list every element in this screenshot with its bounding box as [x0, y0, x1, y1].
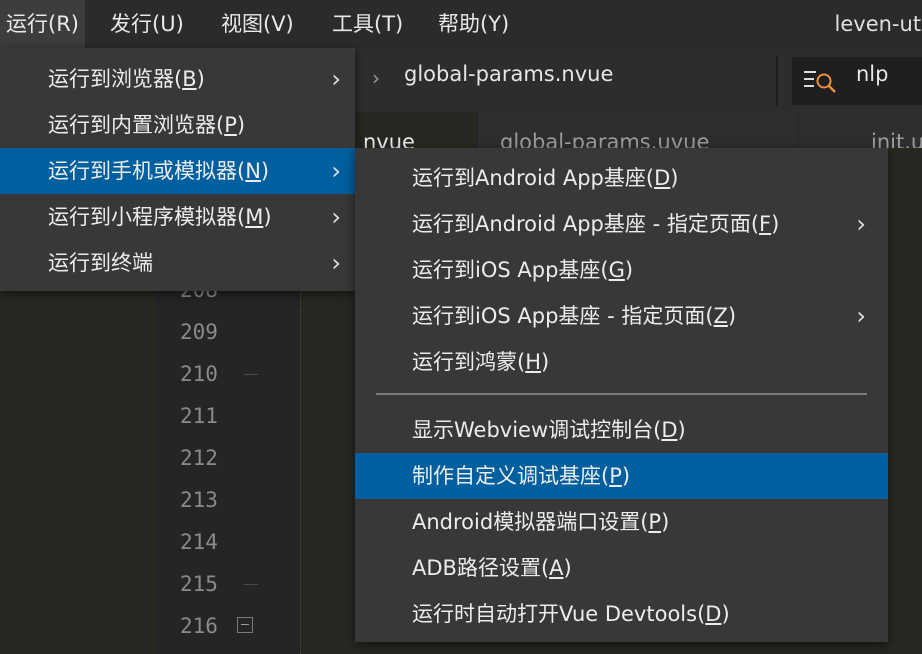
fold-collapse-icon[interactable] [237, 617, 253, 633]
fold-guide-tick [244, 584, 258, 585]
line-number: 210 [180, 362, 218, 386]
line-number: 213 [180, 488, 218, 512]
menu-item-run-ios[interactable]: 运行到iOS App基座(G) [355, 247, 888, 293]
chevron-right-icon: › [856, 302, 866, 330]
menubar: 运行(R) 发行(U) 视图(V) 工具(T) 帮助(Y) leven-uts [0, 0, 922, 48]
chevron-right-icon: › [331, 65, 341, 93]
window-title: leven-uts [834, 12, 922, 36]
line-number: 212 [180, 446, 218, 470]
chevron-right-icon: › [331, 157, 341, 185]
menu-item-vue-devtools[interactable]: 运行时自动打开Vue Devtools(D) [355, 591, 888, 637]
menu-item-run-browser[interactable]: 运行到浏览器(B) › [0, 56, 355, 102]
menu-view[interactable]: 视图(V) [215, 0, 300, 48]
menu-item-custom-debug-base[interactable]: 制作自定义调试基座(P) [355, 453, 888, 499]
tab-label: nvue [363, 130, 415, 148]
menu-item-webview-console[interactable]: 显示Webview调试控制台(D) [355, 407, 888, 453]
breadcrumb-file[interactable]: global-params.nvue [404, 62, 613, 86]
menu-item-run-android-page[interactable]: 运行到Android App基座 - 指定页面(F) › [355, 201, 888, 247]
menu-item-run-builtin-browser[interactable]: 运行到内置浏览器(P) [0, 102, 355, 148]
menu-publish[interactable]: 发行(U) [104, 0, 190, 48]
menu-item-run-harmony[interactable]: 运行到鸿蒙(H) [355, 339, 888, 385]
line-number: 211 [180, 404, 218, 428]
breadcrumb-separator [776, 56, 778, 106]
menu-divider [376, 393, 867, 395]
chevron-right-icon: › [331, 249, 341, 277]
menu-item-run-android[interactable]: 运行到Android App基座(D) [355, 155, 888, 201]
menu-item-run-device[interactable]: 运行到手机或模拟器(N) › [0, 148, 355, 194]
search-input[interactable]: nlp [856, 62, 888, 86]
line-number: 216 [180, 614, 218, 638]
menu-item-android-emulator-port[interactable]: Android模拟器端口设置(P) [355, 499, 888, 545]
menu-item-run-ios-page[interactable]: 运行到iOS App基座 - 指定页面(Z) › [355, 293, 888, 339]
line-number: 215 [180, 572, 218, 596]
menu-help[interactable]: 帮助(Y) [432, 0, 515, 48]
run-device-submenu: 运行到Android App基座(D) 运行到Android App基座 - 指… [355, 148, 888, 642]
chevron-right-icon: › [856, 210, 866, 238]
tab-label: global-params.uvue [500, 130, 710, 148]
menu-item-adb-path[interactable]: ADB路径设置(A) [355, 545, 888, 591]
menu-item-run-miniprogram[interactable]: 运行到小程序模拟器(M) › [0, 194, 355, 240]
menu-tools[interactable]: 工具(T) [326, 0, 409, 48]
menu-run[interactable]: 运行(R) [0, 0, 85, 48]
indent-guide [300, 290, 301, 654]
tab-init[interactable]: init.u [799, 112, 922, 148]
chevron-right-icon: › [331, 203, 341, 231]
run-menu: 运行到浏览器(B) › 运行到内置浏览器(P) 运行到手机或模拟器(N) › 运… [0, 48, 355, 291]
tab-label: init.u [871, 130, 922, 148]
fold-guide-tick [244, 374, 258, 375]
search-icon[interactable] [802, 66, 838, 94]
menu-item-run-terminal[interactable]: 运行到终端 › [0, 240, 355, 286]
tab-global-params[interactable]: global-params.uvue [478, 112, 798, 148]
tab-nvue[interactable]: nvue [355, 112, 477, 148]
breadcrumb-chevron-icon: › [372, 66, 380, 90]
line-number: 209 [180, 320, 218, 344]
line-number: 214 [180, 530, 218, 554]
